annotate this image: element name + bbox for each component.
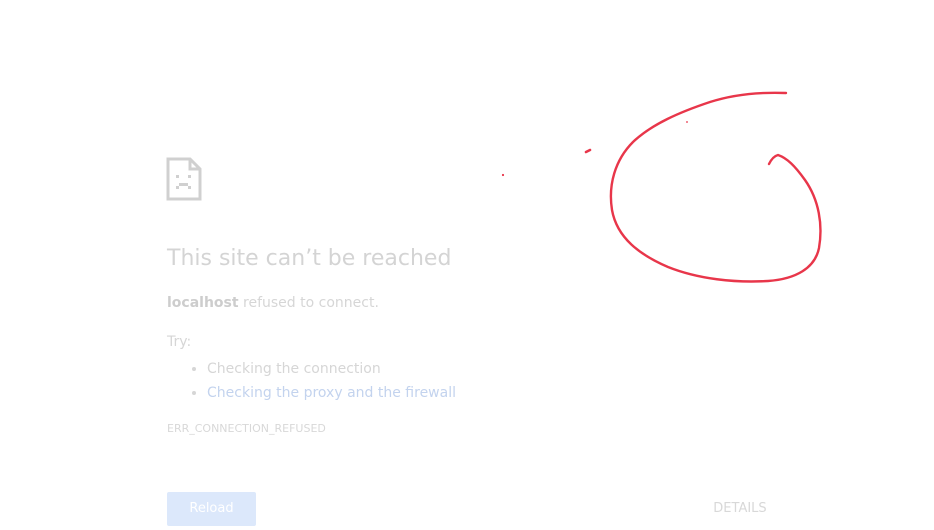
hand-drawn-circle-annotation — [501, 91, 822, 283]
suggestion-check-proxy-link[interactable]: Checking the proxy and the firewall — [207, 385, 456, 401]
annotation-dot — [584, 148, 592, 154]
error-message-text: refused to connect. — [238, 295, 379, 311]
reload-button[interactable]: Reload — [167, 492, 256, 526]
error-message: localhost refused to connect. — [167, 295, 379, 311]
annotation-dot — [686, 121, 688, 123]
annotation-stroke — [609, 91, 822, 283]
sad-document-icon — [166, 157, 202, 201]
error-page: This site can’t be reached localhost ref… — [0, 0, 934, 530]
error-code: ERR_CONNECTION_REFUSED — [167, 422, 326, 435]
details-button[interactable]: DETAILS — [700, 492, 780, 526]
suggestion-check-connection: Checking the connection — [207, 361, 381, 377]
try-label: Try: — [167, 334, 192, 350]
suggestion-list: Checking the connection Checking the pro… — [167, 357, 456, 405]
page-title: This site can’t be reached — [167, 246, 452, 271]
suggestion-item: Checking the proxy and the firewall — [207, 381, 456, 405]
annotation-dot — [501, 173, 505, 177]
host-name: localhost — [167, 295, 239, 311]
suggestion-item: Checking the connection — [207, 357, 456, 381]
